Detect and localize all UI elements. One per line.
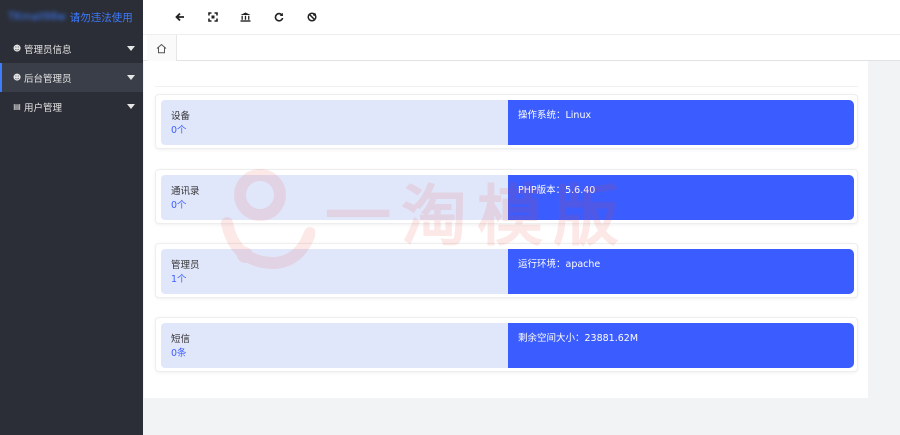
caret-down-icon — [127, 46, 135, 51]
brand-blurred-text: TKmall98w — [8, 11, 66, 23]
card-info: 操作系统：Linux — [508, 100, 854, 145]
card-stat: 管理员 1个 — [161, 249, 508, 294]
card-count: 0个 — [171, 200, 187, 211]
clear-cache-icon[interactable] — [295, 0, 328, 34]
sidebar-item-label: 用户管理 — [24, 102, 63, 114]
user-icon: ☻ — [12, 44, 22, 53]
card-count: 0条 — [171, 348, 187, 359]
stat-card-devices: 设备 0个 操作系统：Linux — [155, 94, 858, 149]
id-card-icon: ▤ — [13, 102, 21, 111]
sidebar-item-label: 后台管理员 — [24, 73, 72, 85]
stat-card-contacts: 通讯录 0个 PHP版本：5.6.40 — [155, 169, 858, 224]
card-stat: 短信 0条 — [161, 323, 508, 368]
card-info: 运行环境：apache — [508, 249, 854, 294]
sidebar-item-admin-info[interactable]: ☻ 管理员信息 — [0, 34, 143, 63]
stat-card-sms: 短信 0条 剩余空间大小：23881.62M — [155, 317, 858, 372]
card-info: PHP版本：5.6.40 — [508, 175, 854, 220]
sidebar-item-user-management[interactable]: ▤ 用户管理 — [0, 92, 143, 121]
card-title: 通讯录 — [171, 186, 200, 197]
card-stat: 设备 0个 — [161, 100, 508, 145]
fullscreen-icon[interactable] — [196, 0, 229, 34]
user-icon: ☻ — [12, 73, 22, 82]
brand-text: 请勿违法使用 — [69, 11, 133, 24]
card-stat: 通讯录 0个 — [161, 175, 508, 220]
sidebar-item-backend-admins[interactable]: ☻ 后台管理员 — [0, 63, 143, 92]
card-title: 管理员 — [171, 260, 200, 271]
sidebar-item-label: 管理员信息 — [24, 44, 72, 56]
card-count: 0个 — [171, 125, 187, 136]
brand[interactable]: TKmall98w 请勿违法使用 — [0, 0, 143, 34]
tab-bar — [143, 34, 900, 61]
main-content: 设备 0个 操作系统：Linux 通讯录 0个 PHP版本：5.6.40 管理员… — [144, 61, 868, 398]
card-info: 剩余空间大小：23881.62M — [508, 323, 854, 368]
back-arrow-icon[interactable] — [163, 0, 196, 34]
caret-down-icon — [127, 104, 135, 109]
refresh-icon[interactable] — [262, 0, 295, 34]
stat-card-admins: 管理员 1个 运行环境：apache — [155, 243, 858, 298]
top-toolbar — [143, 0, 900, 34]
card-title: 短信 — [171, 334, 191, 345]
content-header — [155, 61, 858, 87]
bank-icon[interactable] — [229, 0, 262, 34]
caret-down-icon — [127, 75, 135, 80]
card-count: 1个 — [171, 274, 187, 285]
sidebar: TKmall98w 请勿违法使用 ☻ 管理员信息 ☻ 后台管理员 ▤ 用户管理 — [0, 0, 143, 435]
home-icon — [156, 43, 167, 53]
tab-home[interactable] — [147, 35, 177, 61]
card-title: 设备 — [171, 111, 191, 122]
